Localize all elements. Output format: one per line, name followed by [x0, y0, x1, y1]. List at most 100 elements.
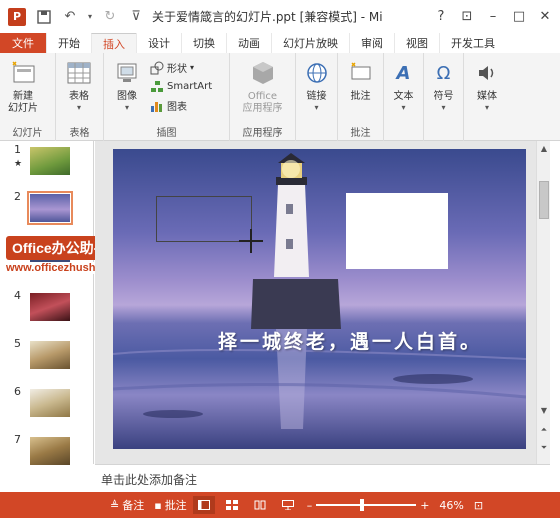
vertical-scrollbar[interactable]: ▲ ▼ ⏶ ⏷ — [536, 141, 550, 464]
tab-slideshow[interactable]: 幻灯片放映 — [271, 33, 349, 53]
slide-canvas[interactable]: 择一城终老，遇一人白首。 — [113, 149, 526, 449]
slide-thumbnail[interactable]: 4 — [0, 289, 94, 329]
powerpoint-app-icon[interactable]: P — [8, 7, 26, 26]
slide-thumbnail[interactable]: 5 — [0, 337, 94, 377]
reading-view-icon[interactable] — [249, 496, 271, 514]
window-title: 关于爱情箴言的幻灯片.ppt [兼容模式] - Micr... — [152, 10, 382, 24]
table-dropdown-icon[interactable]: ▾ — [77, 103, 81, 112]
undo-dropdown-icon[interactable]: ▾ — [86, 7, 94, 27]
slide-thumbnail[interactable]: 1 ★ — [0, 143, 94, 183]
normal-view-icon[interactable] — [192, 496, 215, 514]
notes-toggle-button[interactable]: ≜ 备注 — [110, 495, 144, 515]
media-dropdown-icon[interactable]: ▾ — [485, 103, 489, 112]
symbol-button[interactable]: Ω 符号 ▾ — [428, 57, 459, 141]
white-rectangle-shape[interactable] — [346, 193, 448, 269]
group-label-slides: 幻灯片 — [12, 128, 43, 139]
redo-icon[interactable]: ↻ — [100, 7, 120, 27]
slide-number: 7 — [14, 433, 21, 446]
zoom-slider[interactable] — [316, 499, 417, 511]
link-dropdown-icon[interactable]: ▾ — [314, 103, 318, 112]
slide-sorter-view-icon[interactable] — [221, 496, 243, 514]
smartart-button[interactable]: SmartArt — [150, 78, 212, 95]
slide-thumbnail[interactable]: 7 — [0, 433, 94, 473]
zoom-slider-knob[interactable] — [360, 499, 365, 511]
text-icon: A — [396, 62, 411, 84]
tab-home[interactable]: 开始 — [46, 33, 91, 53]
slide-thumbnail[interactable]: 6 — [0, 385, 94, 425]
shapes-dropdown-icon[interactable]: ▾ — [190, 63, 194, 72]
undo-icon[interactable]: ↶ — [60, 7, 80, 27]
tab-animations[interactable]: 动画 — [226, 33, 271, 53]
minimize-button[interactable]: – — [482, 6, 504, 26]
omega-icon: Ω — [436, 62, 451, 84]
scrollbar-thumb[interactable] — [539, 181, 549, 219]
link-button[interactable]: 链接 ▾ — [300, 57, 333, 141]
ribbon-tabs: 文件 开始 插入 设计 切换 动画 幻灯片放映 审阅 视图 开发工具 — [0, 33, 560, 53]
save-icon[interactable] — [34, 7, 54, 27]
shapes-button[interactable]: 形状 ▾ — [150, 59, 212, 76]
comments-toggle-button[interactable]: ▪ 批注 — [154, 495, 186, 515]
close-button[interactable]: ✕ — [534, 6, 556, 26]
quick-access-toolbar: ↶ ▾ ↻ ⊽ — [34, 7, 146, 27]
previous-slide-icon[interactable]: ⏶ — [537, 423, 551, 437]
link-label: 链接 — [306, 91, 327, 102]
smartart-icon — [150, 80, 164, 94]
scroll-down-arrow-icon[interactable]: ▼ — [537, 403, 551, 417]
slide-thumbnail-selected[interactable]: 2 — [0, 190, 94, 230]
thumbnail-image — [30, 147, 70, 175]
group-symbols: Ω 符号 ▾ — [424, 53, 464, 141]
image-dropdown-icon[interactable]: ▾ — [125, 103, 129, 112]
text-dropdown-icon[interactable]: ▾ — [401, 103, 405, 112]
tab-review[interactable]: 审阅 — [349, 33, 394, 53]
group-label-apps: 应用程序 — [242, 128, 283, 139]
slideshow-view-icon[interactable] — [277, 496, 299, 514]
status-bar: ≜ 备注 ▪ 批注 – + 46% ⊡ — [0, 492, 560, 518]
symbol-dropdown-icon[interactable]: ▾ — [441, 103, 445, 112]
table-icon — [65, 59, 93, 87]
tab-design[interactable]: 设计 — [136, 33, 181, 53]
image-icon — [113, 59, 141, 87]
table-label: 表格 — [69, 91, 89, 102]
slide-number: 1 — [14, 143, 21, 156]
group-media: 媒体 ▾ — [464, 53, 512, 141]
tab-view[interactable]: 视图 — [394, 33, 439, 53]
media-button[interactable]: 媒体 ▾ — [468, 57, 506, 141]
notes-toggle-label: 备注 — [122, 499, 145, 512]
restore-button[interactable]: □ — [508, 6, 530, 26]
text-label: 文本 — [393, 91, 414, 102]
title-bar: P ↶ ▾ ↻ ⊽ 关于爱情箴言的幻灯片.ppt [兼容模式] - Micr..… — [0, 0, 560, 33]
tab-developer[interactable]: 开发工具 — [439, 33, 506, 53]
text-button[interactable]: A 文本 ▾ — [388, 57, 419, 141]
slide-thumbnail-pane: 1 ★ 2 3 4 5 6 7 — [0, 141, 94, 465]
symbol-label: 符号 — [433, 91, 454, 102]
tab-insert[interactable]: 插入 — [91, 33, 136, 53]
tab-file[interactable]: 文件 — [0, 33, 46, 53]
comment-icon — [347, 59, 375, 87]
help-button[interactable]: ? — [430, 6, 452, 26]
window-controls: ? ⊡ – □ ✕ — [430, 6, 556, 26]
zoom-out-button[interactable]: – — [307, 499, 313, 512]
scroll-up-arrow-icon[interactable]: ▲ — [537, 141, 551, 155]
notes-pane[interactable]: 单击此处添加备注 — [95, 464, 550, 492]
drawing-rectangle-outline[interactable] — [156, 196, 252, 242]
ribbon: 新建 幻灯片 幻灯片 表格 ▾ 表格 图像 ▾ 形状 ▾ SmartArt 图表… — [0, 53, 560, 141]
ribbon-display-options-icon[interactable]: ⊡ — [456, 6, 478, 26]
tab-transitions[interactable]: 切换 — [181, 33, 226, 53]
customize-quick-access-icon[interactable]: ⊽ — [126, 7, 146, 27]
zoom-level[interactable]: 46% — [439, 499, 463, 512]
chart-button[interactable]: 图表 — [150, 97, 212, 114]
group-illustrations: 图像 ▾ 形状 ▾ SmartArt 图表 插图 — [104, 53, 230, 141]
zoom-in-button[interactable]: + — [420, 499, 429, 512]
slide-number: 2 — [14, 190, 21, 203]
comments-toggle-label: 批注 — [164, 499, 187, 512]
thumbnail-image — [27, 191, 73, 225]
next-slide-icon[interactable]: ⏷ — [537, 441, 551, 455]
slide-caption-text[interactable]: 择一城终老，遇一人白首。 — [218, 327, 482, 354]
slide-number: 5 — [14, 337, 21, 350]
speaker-icon — [473, 59, 501, 87]
fit-to-window-icon[interactable]: ⊡ — [474, 499, 483, 512]
group-label-illustrations: 插图 — [156, 128, 177, 139]
group-links: 链接 ▾ — [296, 53, 338, 141]
thumbnail-image — [30, 389, 70, 417]
group-apps: Office 应用程序 应用程序 — [230, 53, 296, 141]
